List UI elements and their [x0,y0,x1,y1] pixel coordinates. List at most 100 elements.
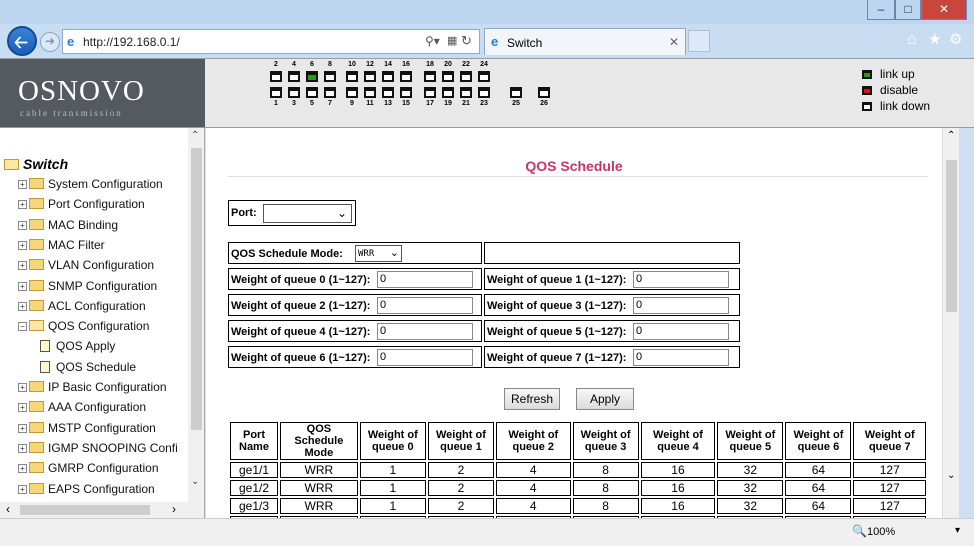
weight-input-queue-4[interactable]: 0 [377,323,473,340]
port-23-icon[interactable] [478,87,490,98]
new-tab-button[interactable] [688,30,710,52]
refresh-icon[interactable]: ↻ [461,33,472,49]
sidebar-item-mac-filter[interactable]: + MAC Filter [18,235,105,255]
port-25-icon[interactable] [510,87,522,98]
collapse-icon[interactable]: − [18,322,27,332]
sidebar-item-qos-apply[interactable]: QOS Apply [40,336,115,356]
address-bar[interactable]: e http://192.168.0.1/ ⚲▾ ▦ ↻ [62,29,480,54]
sidebar-root[interactable]: Switch [4,154,68,174]
expand-icon[interactable]: + [18,423,27,433]
sidebar-item-qos-configuration[interactable]: − QOS Configuration [18,316,149,336]
port-10-icon[interactable] [346,71,358,82]
minimize-button[interactable]: – [867,0,895,20]
expand-icon[interactable]: + [18,281,27,291]
expand-icon[interactable]: + [18,443,27,453]
expand-icon[interactable]: + [18,220,27,230]
close-button[interactable]: ✕ [921,0,967,20]
weight-input-queue-3[interactable]: 0 [633,297,729,314]
forward-button[interactable]: ➜ [40,32,60,52]
table-cell: WRR [279,498,358,514]
sidebar-item-igmp-snooping-confi[interactable]: + IGMP SNOOPING Confi [18,438,178,458]
sidebar-hscroll-thumb[interactable] [20,505,150,515]
sidebar-item-qos-schedule[interactable]: QOS Schedule [40,357,136,377]
port-24-icon[interactable] [478,71,490,82]
port-17-icon[interactable] [424,87,436,98]
expand-icon[interactable]: + [18,383,27,392]
weight-input-queue-7[interactable]: 0 [633,349,729,366]
zoom-dropdown-icon[interactable]: ▾ [955,525,960,536]
port-4-icon[interactable] [288,71,300,82]
favorites-icon[interactable]: ★ [928,30,941,48]
sidebar-item-port-configuration[interactable]: + Port Configuration [18,194,145,214]
search-icon[interactable]: ⚲▾ [425,34,440,48]
port-11-icon[interactable] [364,87,376,98]
port-14-icon[interactable] [382,71,394,82]
port-9-icon[interactable] [346,87,358,98]
scroll-up-arrow[interactable]: ⌃ [191,130,199,141]
refresh-button[interactable]: Refresh [504,388,560,410]
weight-input-queue-0[interactable]: 0 [377,271,473,288]
settings-gear-icon[interactable]: ⚙ [949,30,962,48]
weight-input-queue-1[interactable]: 0 [633,271,729,288]
port-12-icon[interactable] [364,71,376,82]
expand-icon[interactable]: + [18,484,27,494]
scroll-down-arrow[interactable]: ⌄ [947,470,955,481]
sidebar-hscrollbar[interactable]: ‹ › [0,502,188,518]
apply-button[interactable]: Apply [576,388,634,410]
compat-view-icon[interactable]: ▦ [447,34,457,47]
weight-input-queue-6[interactable]: 0 [377,349,473,366]
port-select[interactable]: ⌄ [263,204,352,223]
expand-icon[interactable]: + [18,200,27,210]
sidebar-item-gmrp-configuration[interactable]: + GMRP Configuration [18,458,159,478]
sidebar-item-aaa-configuration[interactable]: + AAA Configuration [18,397,146,417]
expand-icon[interactable]: + [18,464,27,474]
port-16-icon[interactable] [400,71,412,82]
sidebar-item-ip-basic-configuration[interactable]: + IP Basic Configuration [18,377,167,397]
weight-input-queue-2[interactable]: 0 [377,297,473,314]
expand-icon[interactable]: + [18,301,27,311]
port-2-icon[interactable] [270,71,282,82]
port-21-icon[interactable] [460,87,472,98]
home-icon[interactable]: ⌂ [907,31,917,49]
port-15-icon[interactable] [400,87,412,98]
scroll-down-arrow[interactable]: ⌄ [191,476,199,487]
sidebar-item-mac-binding[interactable]: + MAC Binding [18,215,118,235]
port-18-icon[interactable] [424,71,436,82]
port-5-icon[interactable] [306,87,318,98]
port-8-icon[interactable] [324,71,336,82]
sidebar-item-system-configuration[interactable]: + System Configuration [18,174,163,194]
browser-tab[interactable]: e Switch ✕ [484,28,686,55]
port-20-icon[interactable] [442,71,454,82]
scroll-left-arrow[interactable]: ‹ [6,502,10,516]
weight-input-queue-5[interactable]: 0 [633,323,729,340]
sidebar-item-vlan-configuration[interactable]: + VLAN Configuration [18,255,154,275]
port-13-icon[interactable] [382,87,394,98]
back-button[interactable]: 🡠 [7,26,37,56]
mode-select[interactable]: WRR ⌄ [355,245,402,262]
port-3-icon[interactable] [288,87,300,98]
sidebar-scrollbar[interactable]: ⌃ ⌄ [188,128,204,518]
maximize-button[interactable]: □ [895,0,921,20]
sidebar-item-acl-configuration[interactable]: + ACL Configuration [18,296,146,316]
sidebar-scroll-thumb[interactable] [191,148,202,430]
mode-cell: QOS Schedule Mode: WRR ⌄ [228,242,482,264]
expand-icon[interactable]: + [18,180,27,189]
content-scroll-thumb[interactable] [946,160,957,312]
expand-icon[interactable]: + [18,261,27,271]
scroll-right-arrow[interactable]: › [172,502,176,516]
zoom-level[interactable]: 100% [867,526,895,538]
scroll-up-arrow[interactable]: ⌃ [947,130,955,141]
sidebar-item-eaps-configuration[interactable]: + EAPS Configuration [18,479,155,499]
port-26-icon[interactable] [538,87,550,98]
expand-icon[interactable]: + [18,403,27,413]
sidebar-item-mstp-configuration[interactable]: + MSTP Configuration [18,418,156,438]
content-scrollbar[interactable]: ⌃ ⌄ [942,128,959,518]
port-19-icon[interactable] [442,87,454,98]
sidebar-item-snmp-configuration[interactable]: + SNMP Configuration [18,276,157,296]
port-22-icon[interactable] [460,71,472,82]
port-1-icon[interactable] [270,87,282,98]
close-tab-icon[interactable]: ✕ [669,35,679,49]
expand-icon[interactable]: + [18,240,27,250]
port-7-icon[interactable] [324,87,336,98]
port-6-icon[interactable] [306,71,318,82]
